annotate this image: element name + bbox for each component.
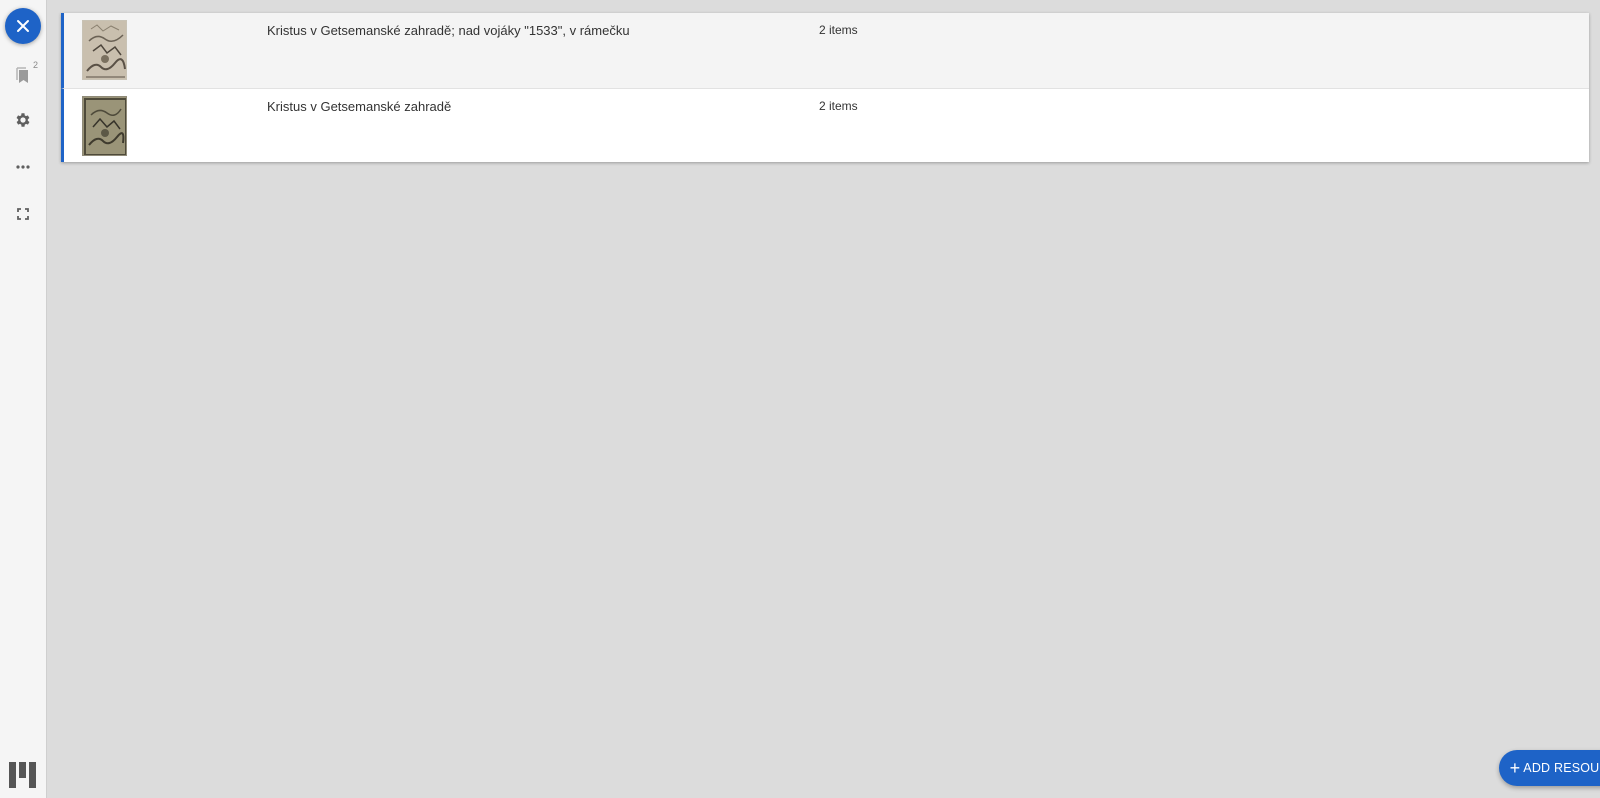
resource-thumbnail — [82, 20, 127, 80]
resource-row[interactable]: Kristus v Getsemanské zahradě 2 items — [61, 88, 1589, 162]
mirador-logo-icon — [9, 762, 36, 788]
gear-icon — [16, 113, 30, 127]
resource-item-count: 2 items — [819, 99, 858, 113]
resource-item-count: 2 items — [819, 23, 858, 37]
settings-button[interactable] — [8, 105, 38, 135]
mirador-logo — [9, 762, 37, 788]
add-resource-label: ADD RESOURCE — [1523, 761, 1600, 775]
resource-list: Kristus v Getsemanské zahradě; nad voják… — [61, 13, 1589, 162]
side-rail: 2 — [0, 0, 47, 798]
plus-icon: + — [1509, 758, 1521, 778]
engraving-thumbnail-icon — [83, 97, 126, 155]
more-horizontal-icon — [16, 165, 30, 169]
resource-thumbnail — [82, 96, 127, 156]
bookmark-icon — [16, 67, 28, 83]
bookmarks-button[interactable]: 2 — [8, 60, 38, 90]
close-button[interactable] — [5, 8, 41, 44]
fullscreen-button[interactable] — [8, 199, 38, 229]
add-resource-button[interactable]: + ADD RESOURCE — [1499, 750, 1600, 786]
engraving-thumbnail-icon — [83, 21, 126, 79]
resource-row[interactable]: Kristus v Getsemanské zahradě; nad voják… — [61, 13, 1589, 88]
bookmark-count-badge: 2 — [32, 60, 38, 70]
fullscreen-icon — [17, 208, 29, 220]
resource-title: Kristus v Getsemanské zahradě — [267, 99, 452, 114]
main-panel: Kristus v Getsemanské zahradě; nad voják… — [47, 0, 1600, 798]
more-options-button[interactable] — [8, 152, 38, 182]
close-icon — [17, 20, 29, 32]
resource-title: Kristus v Getsemanské zahradě; nad voják… — [267, 23, 630, 38]
